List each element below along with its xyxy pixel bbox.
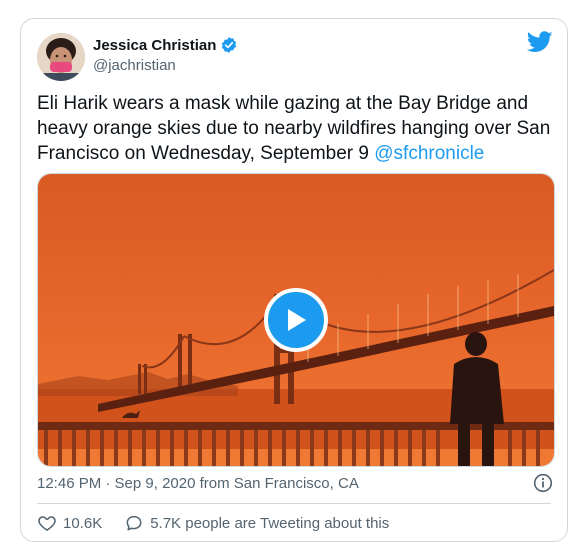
- verified-badge-icon: [222, 37, 237, 53]
- video-media[interactable]: [37, 173, 555, 467]
- play-icon: [288, 309, 306, 331]
- info-icon[interactable]: [533, 473, 553, 493]
- speech-bubble-icon: [126, 515, 142, 531]
- tweet-actions: 10.6K 5.7K people are Tweeting about thi…: [37, 513, 411, 533]
- twitter-bird-icon[interactable]: [527, 31, 553, 53]
- conversation-text: 5.7K people are Tweeting about this: [150, 514, 390, 532]
- tweet-text: Eli Harik wears a mask while gazing at t…: [37, 91, 557, 166]
- author-name[interactable]: Jessica Christian: [93, 36, 238, 54]
- author-handle[interactable]: @jachristian: [93, 57, 176, 74]
- play-button[interactable]: [264, 288, 328, 352]
- divider: [37, 503, 551, 504]
- avatar[interactable]: [37, 33, 85, 81]
- heart-icon: [38, 516, 56, 531]
- author-name-text[interactable]: Jessica Christian: [93, 37, 216, 54]
- tweet-timestamp[interactable]: 12:46 PM · Sep 9, 2020 from San Francisc…: [37, 475, 359, 492]
- conversation-button[interactable]: 5.7K people are Tweeting about this: [124, 513, 389, 533]
- mention-link[interactable]: @sfchronicle: [374, 143, 484, 164]
- tweet-embed-card: Jessica Christian @jachristian Eli Harik…: [20, 18, 568, 542]
- like-count: 10.6K: [63, 514, 103, 532]
- like-button[interactable]: 10.6K: [37, 513, 102, 533]
